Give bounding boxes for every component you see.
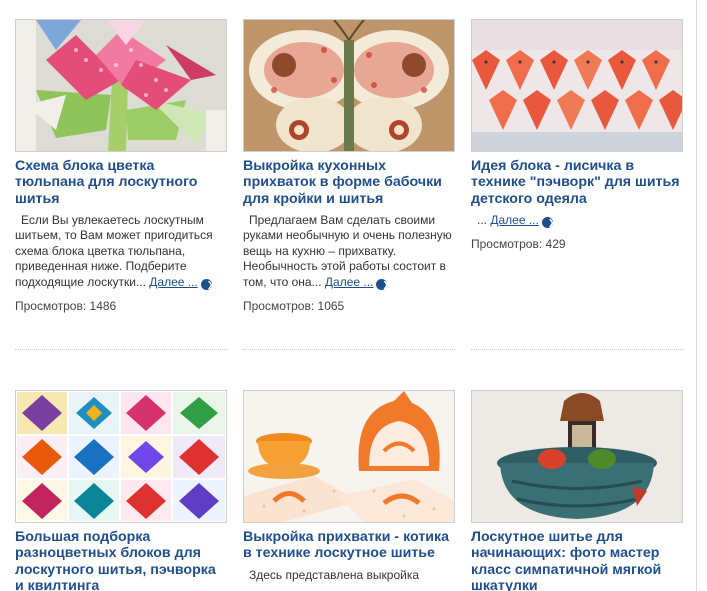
arrow-right-circle-icon[interactable]: ❯	[541, 216, 555, 228]
row-separator	[471, 349, 683, 350]
article-title[interactable]: Лоскутное шитье для начинающих: фото мас…	[471, 529, 683, 591]
view-count: Просмотров: 1486	[15, 298, 117, 313]
article-card: Выкройка кухонных прихваток в форме бабо…	[243, 19, 455, 313]
article-title[interactable]: Большая подборка разноцветных блоков для…	[15, 529, 227, 591]
article-thumbnail-foxes[interactable]	[471, 19, 683, 152]
row-separator	[15, 349, 227, 350]
article-excerpt: ... Далее ... ❯	[471, 213, 683, 228]
article-grid-page: Схема блока цветка тюльпана для лоскутно…	[0, 0, 707, 591]
excerpt-text: ...	[477, 212, 488, 227]
article-title[interactable]: Идея блока - лисичка в технике "пэчворк"…	[471, 158, 683, 207]
article-excerpt: Здесь представлена выкройка	[249, 567, 420, 582]
content-border	[696, 0, 697, 591]
article-card: Схема блока цветка тюльпана для лоскутно…	[15, 19, 227, 313]
article-thumbnail-tulip[interactable]	[15, 19, 227, 152]
article-thumbnail-soft-basket[interactable]	[471, 390, 683, 523]
read-more-link[interactable]: Далее ...	[149, 275, 198, 289]
article-card: Идея блока - лисичка в технике "пэчворк"…	[471, 19, 683, 251]
view-count: Просмотров: 429	[471, 237, 566, 252]
article-excerpt: Предлагаем Вам сделать своими руками нео…	[243, 213, 455, 290]
article-title[interactable]: Выкройка кухонных прихваток в форме бабо…	[243, 158, 455, 207]
arrow-right-circle-icon[interactable]: ❯	[200, 278, 213, 290]
view-count: Просмотров: 1065	[243, 298, 345, 313]
article-card: Лоскутное шитье для начинающих: фото мас…	[471, 390, 683, 591]
article-excerpt: Если Вы увлекаетесь лоскутным шитьем, то…	[15, 213, 227, 290]
arrow-right-circle-icon[interactable]: ❯	[376, 278, 389, 290]
article-card: Выкройка прихватки - котика в технике ло…	[243, 390, 455, 583]
read-more-link[interactable]: Далее ...	[325, 275, 374, 289]
article-thumbnail-quilt-blocks[interactable]	[15, 390, 227, 523]
article-thumbnail-butterfly[interactable]	[243, 19, 455, 152]
read-more-link[interactable]: Далее ...	[490, 213, 539, 227]
article-thumbnail-cat-potholder[interactable]	[243, 390, 455, 523]
article-title[interactable]: Выкройка прихватки - котика в технике ло…	[243, 529, 455, 562]
article-card: Большая подборка разноцветных блоков для…	[15, 390, 227, 591]
article-title[interactable]: Схема блока цветка тюльпана для лоскутно…	[15, 158, 227, 207]
row-separator	[243, 349, 455, 350]
